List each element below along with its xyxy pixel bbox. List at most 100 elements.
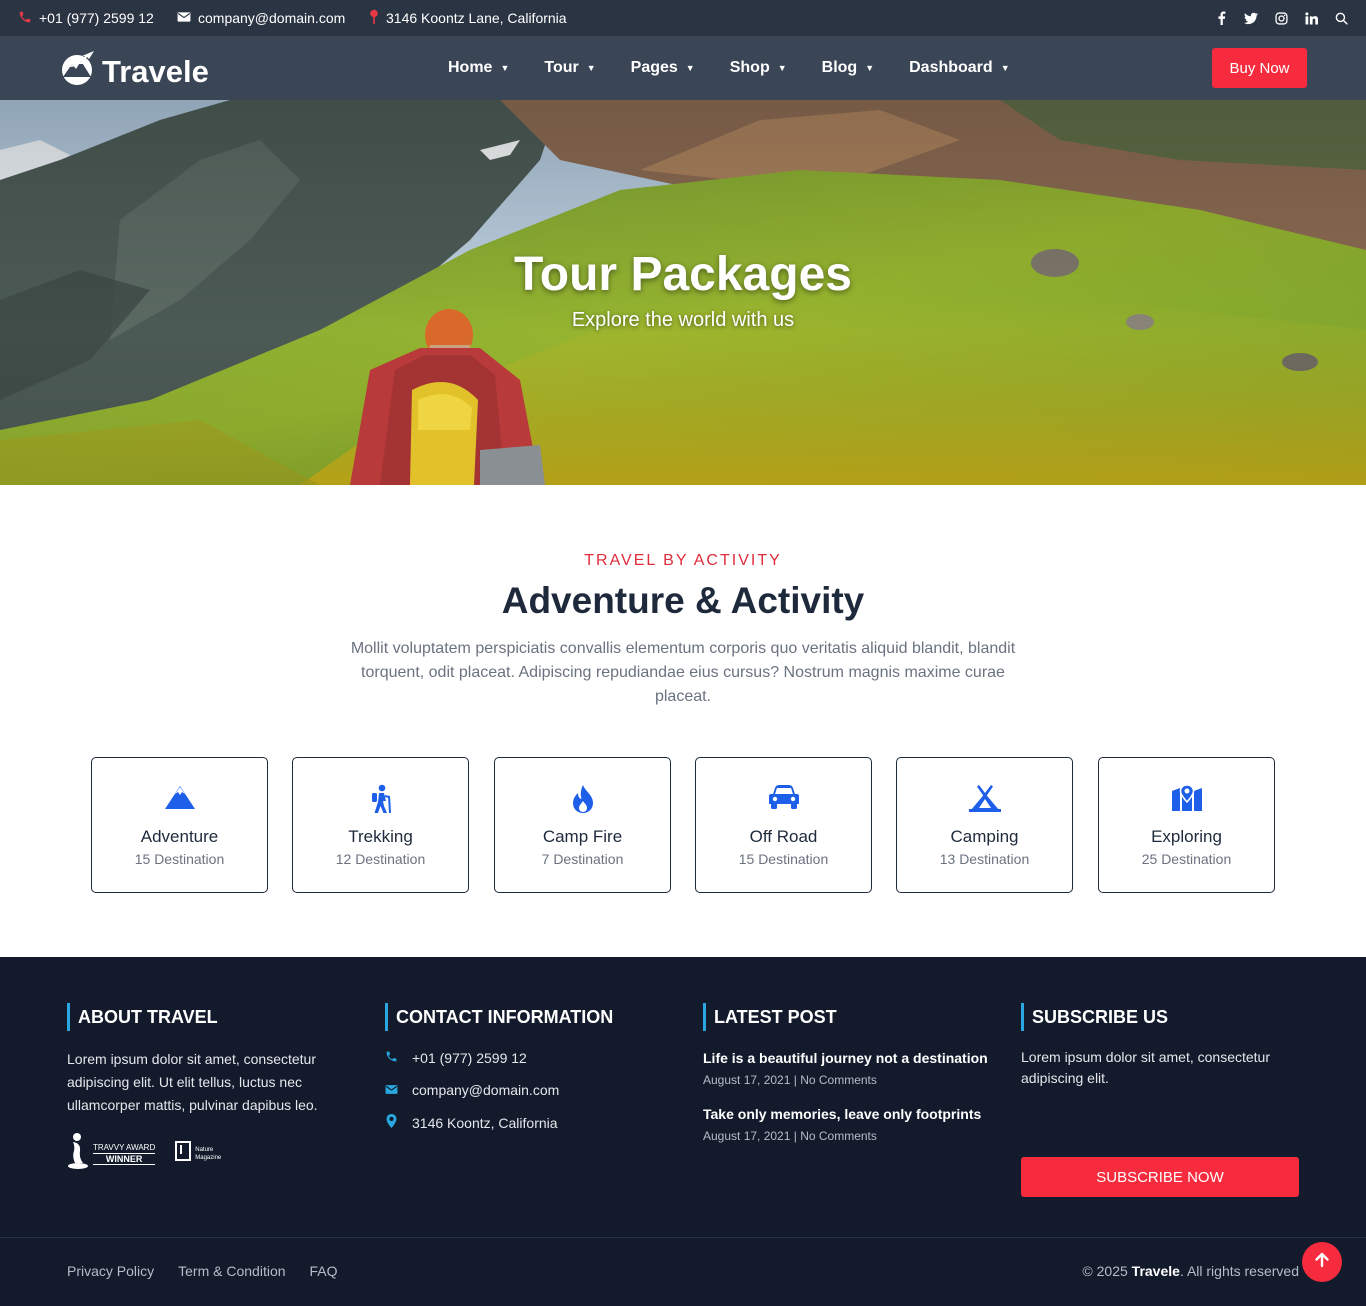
footer-address-text: 3146 Koontz, California	[412, 1114, 558, 1131]
topbar-email-text: company@domain.com	[198, 10, 346, 26]
activity-count: 12 Destination	[335, 851, 426, 867]
footer-contact-email[interactable]: company@domain.com	[385, 1082, 559, 1098]
activity-card-camp-fire[interactable]: Camp Fire 7 Destination	[494, 757, 671, 893]
tent-icon	[897, 784, 1072, 814]
search-icon[interactable]	[1334, 11, 1348, 25]
topbar-address: 3146 Koontz Lane, California	[369, 0, 567, 36]
activity-name: Camping	[950, 827, 1019, 846]
brand-logo[interactable]: Travele	[60, 50, 209, 94]
menu-home[interactable]: Home ▼	[448, 59, 509, 77]
post-meta: August 17, 2021 | No Comments	[703, 1129, 877, 1143]
envelope-icon	[177, 10, 191, 26]
mountain-icon	[92, 784, 267, 814]
post-comments[interactable]: No Comments	[800, 1129, 877, 1143]
footer-contact-heading: CONTACT INFORMATION	[385, 1003, 665, 1031]
hero-title: Tour Packages	[514, 248, 852, 301]
footer-email-text: company@domain.com	[412, 1082, 560, 1098]
section-eyebrow: TRAVEL BY ACTIVITY	[584, 552, 782, 569]
award1-line1: TRAVVY AWARD	[93, 1142, 156, 1152]
menu-home-label: Home	[448, 59, 493, 76]
post-meta: August 17, 2021 | No Comments	[703, 1073, 877, 1087]
menu-shop-label: Shop	[729, 59, 770, 76]
activity-count: 15 Destination	[134, 851, 225, 867]
trophy-icon	[67, 1131, 89, 1176]
footer-latest-heading: LATEST POST	[703, 1003, 993, 1031]
menu-tour[interactable]: Tour ▼	[544, 59, 595, 77]
footer-link-faq[interactable]: FAQ	[310, 1263, 338, 1279]
activity-name: Adventure	[140, 827, 219, 846]
hero-subtitle: Explore the world with us	[571, 309, 795, 331]
activity-name: Camp Fire	[542, 827, 623, 846]
nature-magazine-badge: Nature Magazine	[175, 1141, 221, 1166]
footer-subscribe-heading: SUBSCRIBE US	[1021, 1003, 1299, 1031]
menu-tour-label: Tour	[544, 59, 579, 76]
section-title: Adventure & Activity	[501, 580, 865, 621]
caret-down-icon: ▼	[586, 63, 596, 73]
activity-card-off-road[interactable]: Off Road 15 Destination	[695, 757, 872, 893]
twitter-icon[interactable]	[1244, 11, 1258, 25]
menu-pages-label: Pages	[630, 59, 678, 76]
menu-pages[interactable]: Pages ▼	[631, 59, 695, 77]
linkedin-icon[interactable]	[1304, 11, 1318, 25]
activity-count: 25 Destination	[1141, 851, 1232, 867]
footer-latest-posts: LATEST POST Life is a beautiful journey …	[703, 1003, 993, 1163]
copyright-prefix: © 2025	[1082, 1263, 1128, 1279]
footer-link-terms[interactable]: Term & Condition	[178, 1263, 285, 1279]
footer-links: Privacy Policy Term & Condition FAQ	[67, 1263, 338, 1279]
footer-divider	[0, 1237, 1366, 1238]
back-to-top-button[interactable]	[1302, 1242, 1342, 1282]
copyright-brand: Travele	[1131, 1263, 1180, 1279]
footer-subscribe: SUBSCRIBE US Lorem ipsum dolor sit amet,…	[1021, 1003, 1299, 1203]
activity-name: Trekking	[348, 827, 413, 846]
footer-phone-text: +01 (977) 2599 12	[412, 1050, 527, 1066]
travvy-award-text: TRAVVY AWARD WINNER	[93, 1142, 156, 1165]
menu-dashboard[interactable]: Dashboard ▼	[909, 59, 1010, 77]
activity-card-adventure[interactable]: Adventure 15 Destination	[91, 757, 268, 893]
copyright-text: © 2025 Travele. All rights reserved	[1082, 1263, 1299, 1279]
activity-count: 13 Destination	[939, 851, 1030, 867]
activity-card-exploring[interactable]: Exploring 25 Destination	[1098, 757, 1275, 893]
social-links	[1214, 0, 1348, 36]
post-title-link[interactable]: Life is a beautiful journey not a destin…	[703, 1050, 988, 1066]
activity-cards: Adventure 15 Destination Trekking 12 Des…	[91, 757, 1275, 893]
travvy-award-badge: TRAVVY AWARD WINNER	[67, 1131, 156, 1176]
section-description: Mollit voluptatem perspiciatis convallis…	[350, 640, 1016, 705]
activity-card-trekking[interactable]: Trekking 12 Destination	[292, 757, 469, 893]
top-bar: +01 (977) 2599 12 company@domain.com 314…	[0, 0, 1366, 36]
post-title-link[interactable]: Take only memories, leave only footprint…	[703, 1106, 981, 1122]
facebook-icon[interactable]	[1214, 11, 1228, 25]
brand-name: Travele	[102, 54, 209, 89]
post-comments[interactable]: No Comments	[800, 1073, 877, 1087]
fire-icon	[495, 784, 670, 814]
menu-blog[interactable]: Blog ▼	[822, 59, 874, 77]
nature-magazine-text: Nature Magazine	[195, 1146, 221, 1162]
activity-card-camping[interactable]: Camping 13 Destination	[896, 757, 1073, 893]
buy-now-button[interactable]: Buy Now	[1212, 48, 1307, 88]
caret-down-icon: ▼	[685, 63, 695, 73]
award1-line2: WINNER	[93, 1152, 156, 1165]
pin-icon	[369, 9, 379, 28]
envelope-icon	[385, 1082, 398, 1098]
award2-line1: Nature	[195, 1146, 214, 1153]
menu-shop[interactable]: Shop ▼	[730, 59, 787, 77]
activity-name: Off Road	[749, 827, 818, 846]
mountain-plane-logo-icon	[60, 50, 96, 94]
car-icon	[696, 784, 871, 814]
topbar-email[interactable]: company@domain.com	[177, 0, 345, 36]
site-footer: ABOUT TRAVEL Lorem ipsum dolor sit amet,…	[0, 957, 1366, 1306]
copyright-suffix: . All rights reserved	[1179, 1263, 1299, 1279]
arrow-up-icon	[1314, 1252, 1330, 1273]
topbar-phone[interactable]: +01 (977) 2599 12	[18, 0, 154, 36]
post-date: August 17, 2021	[703, 1073, 791, 1087]
subscribe-now-button[interactable]: SUBSCRIBE NOW	[1021, 1157, 1299, 1197]
footer-subscribe-text: Lorem ipsum dolor sit amet, consectetur …	[1021, 1049, 1270, 1086]
topbar-phone-text: +01 (977) 2599 12	[39, 10, 154, 26]
map-pin-icon	[1099, 784, 1274, 814]
phone-icon	[385, 1050, 398, 1066]
footer-contact-phone[interactable]: +01 (977) 2599 12	[385, 1050, 527, 1066]
footer-link-privacy[interactable]: Privacy Policy	[67, 1263, 154, 1279]
map-marker-icon	[385, 1114, 398, 1131]
main-navbar: Travele Home ▼ Tour ▼ Pages ▼ Shop ▼ Blog ▼ D…	[0, 36, 1366, 100]
instagram-icon[interactable]	[1274, 11, 1288, 25]
award2-line2: Magazine	[195, 1154, 222, 1161]
